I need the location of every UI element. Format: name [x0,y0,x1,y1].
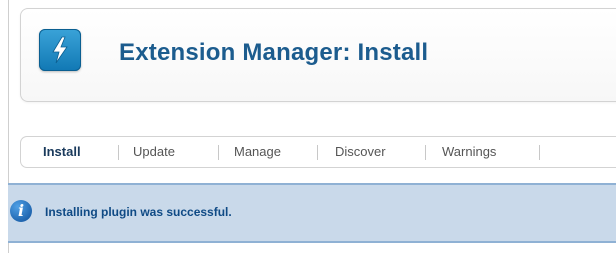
system-message: i Installing plugin was successful. [8,183,616,243]
page-title: Extension Manager: Install [119,39,429,66]
tab-update[interactable]: Update [133,137,175,167]
tab-separator [218,145,219,160]
tab-separator [118,145,119,160]
tab-discover[interactable]: Discover [335,137,386,167]
message-text: Installing plugin was successful. [45,205,232,219]
info-icon: i [10,200,32,222]
tab-separator [425,145,426,160]
tab-separator [539,145,540,160]
lightning-bolt-icon [39,29,81,71]
tab-install[interactable]: Install [31,137,93,167]
tabs-bar: Install Update Manage Discover Warnings [20,136,616,168]
tab-separator [317,145,318,160]
tab-manage[interactable]: Manage [234,137,281,167]
tab-warnings[interactable]: Warnings [442,137,496,167]
page-header: Extension Manager: Install [20,8,616,102]
